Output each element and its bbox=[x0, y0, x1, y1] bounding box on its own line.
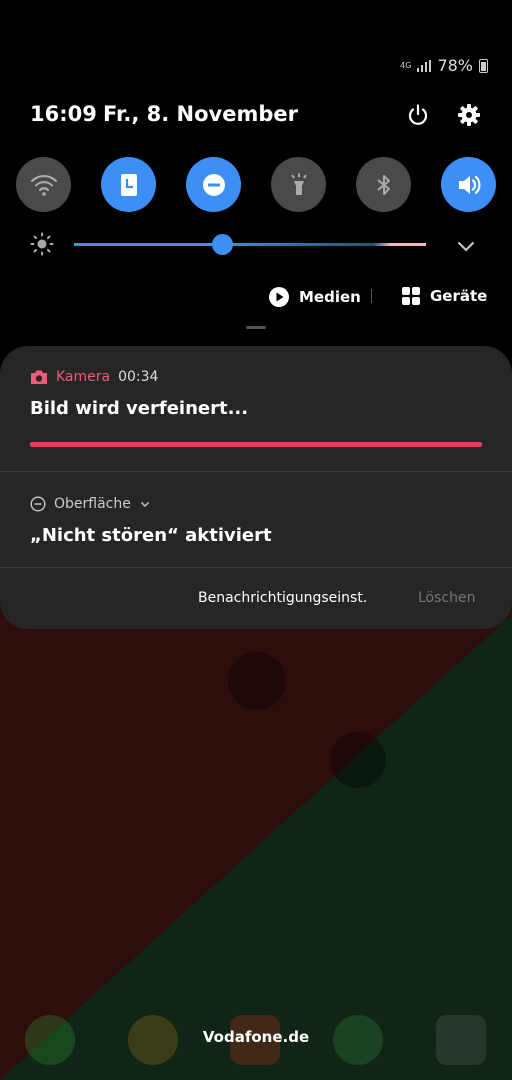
divider bbox=[0, 471, 512, 472]
separator bbox=[371, 289, 372, 303]
wifi-toggle[interactable] bbox=[16, 157, 71, 212]
carrier-label: Vodafone.de bbox=[202, 1028, 310, 1046]
wallpaper bbox=[0, 590, 512, 1080]
battery-percentage: 78% bbox=[437, 56, 473, 75]
play-icon bbox=[269, 287, 289, 307]
bluetooth-toggle[interactable] bbox=[356, 157, 411, 212]
volume-icon bbox=[458, 175, 480, 194]
portrait-lock-icon bbox=[120, 173, 137, 196]
power-button[interactable] bbox=[403, 100, 433, 130]
screen-timeout-toggle[interactable] bbox=[101, 157, 156, 212]
settings-gear-icon bbox=[458, 104, 480, 126]
devices-button[interactable]: Geräte bbox=[401, 286, 487, 306]
brightness-slider-thumb[interactable] bbox=[211, 234, 233, 255]
devices-label: Geräte bbox=[430, 287, 488, 305]
flashlight-toggle[interactable] bbox=[271, 157, 326, 212]
notification-panel bbox=[0, 346, 512, 629]
chevron-down-icon bbox=[140, 502, 149, 507]
network-type: 4G bbox=[400, 60, 412, 70]
grid-icon bbox=[402, 287, 420, 305]
clock: 16:09 bbox=[30, 102, 97, 126]
minus-circle-icon bbox=[30, 496, 46, 512]
camera-icon bbox=[31, 370, 47, 384]
wallpaper-emblem bbox=[228, 652, 286, 710]
notification-time: 00:34 bbox=[118, 369, 159, 385]
notification-settings-button[interactable]: Benachrichtigungseinst. bbox=[198, 590, 367, 606]
settings-button[interactable] bbox=[454, 100, 484, 130]
media-button[interactable]: Medien bbox=[268, 286, 361, 308]
brightness-slider[interactable] bbox=[74, 243, 426, 246]
power-icon bbox=[408, 104, 428, 125]
dnd-toggle[interactable] bbox=[186, 157, 241, 212]
camera-notification-header: Kamera 00:34 bbox=[30, 369, 158, 385]
notification-app-name: Kamera bbox=[56, 369, 111, 385]
chevron-down-icon[interactable] bbox=[456, 236, 476, 256]
battery-icon bbox=[479, 58, 488, 73]
status-bar: 4G 78% bbox=[400, 56, 488, 75]
bluetooth-icon bbox=[376, 174, 390, 195]
clear-button[interactable]: Löschen bbox=[418, 590, 475, 606]
sun-icon bbox=[30, 232, 54, 256]
wallpaper-emblem-2 bbox=[330, 732, 386, 788]
wifi-icon bbox=[30, 174, 57, 196]
media-label: Medien bbox=[299, 288, 361, 306]
flashlight-icon bbox=[290, 173, 307, 195]
notification-app-name: Oberfläche bbox=[54, 496, 131, 512]
system-notification-header[interactable]: Oberfläche bbox=[30, 496, 151, 512]
sound-toggle[interactable] bbox=[441, 157, 496, 212]
notification-title[interactable]: Bild wird verfeinert... bbox=[30, 398, 248, 419]
drag-handle[interactable] bbox=[246, 326, 266, 329]
date: Fr., 8. November bbox=[103, 102, 298, 126]
progress-bar bbox=[30, 442, 482, 447]
minus-circle-icon bbox=[202, 173, 225, 196]
notification-title[interactable]: „Nicht stören“ aktiviert bbox=[30, 525, 272, 546]
divider bbox=[0, 567, 512, 568]
signal-icon bbox=[417, 59, 432, 72]
